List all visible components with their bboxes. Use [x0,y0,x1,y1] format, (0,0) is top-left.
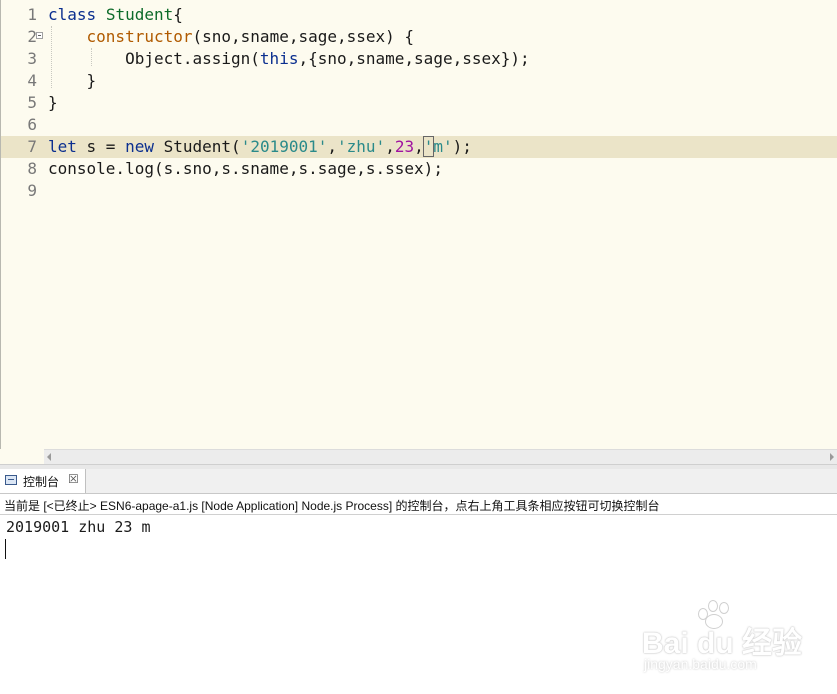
let-keyword: let [48,137,77,156]
constructor-keyword: constructor [86,27,193,46]
line-number: 5 [27,93,37,112]
comma: , [414,137,424,156]
scroll-left-arrow-icon[interactable] [47,453,51,461]
code-line[interactable]: 9 [1,180,837,202]
code-line[interactable]: 3 Object.assign(this,{sno,sname,sage,sse… [1,48,837,70]
string-literal: 'zhu' [337,137,386,156]
this-keyword: this [259,49,299,68]
line-number: 8 [27,159,37,178]
code-line[interactable]: 1 class Student{ [1,4,837,26]
code-line[interactable]: 8 console.log(s.sno,s.sname,s.sage,s.sse… [1,158,837,180]
code-text[interactable]: let s = new Student('2019001','zhu',23,'… [48,136,472,158]
new-keyword: new [125,137,154,156]
code-line[interactable]: 5 } [1,92,837,114]
code-editor[interactable]: 1 class Student{ 2 constructor(sno,sname… [0,0,837,449]
console-tab-bar: 控制台 ☒ [0,469,837,494]
assign-args: ,{sno,sname,sage,ssex}); [298,49,530,68]
code-text[interactable]: console.log(s.sno,s.sname,s.sage,s.ssex)… [48,158,443,180]
code-line[interactable]: 4 } [1,70,837,92]
code-text[interactable]: class Student{ [48,4,183,26]
line-number: 4 [27,71,37,90]
code-line-current[interactable]: 7 let s = new Student('2019001','zhu',23… [1,136,837,158]
line-number: 1 [27,5,37,24]
tab-console[interactable]: 控制台 ☒ [0,469,86,493]
constructor-call: Student( [153,137,241,156]
code-text[interactable]: Object.assign(this,{sno,sname,sage,ssex}… [48,48,530,70]
keyword: class [48,5,97,24]
horizontal-scrollbar[interactable] [44,449,837,464]
line-number: 2 [27,27,37,46]
comma: , [327,137,338,156]
code-text[interactable]: } [48,70,97,92]
line-number: 3 [27,49,37,68]
params: (sno,sname,sage,ssex) { [192,27,415,46]
console-status-bar: 当前是 [<已终止> ESN6-apage-a1.js [Node Applic… [0,494,837,515]
text-cursor-quote: ' [422,136,435,157]
line-number: 7 [27,137,37,156]
comma: , [385,137,395,156]
close-icon[interactable]: ☒ [68,472,79,486]
code-text[interactable]: constructor(sno,sname,sage,ssex) { [48,26,415,48]
brace: } [86,71,97,90]
console-icon [5,475,17,485]
number-literal: 23 [394,137,415,156]
string-literal: m' [433,137,453,156]
text-cursor [5,539,6,559]
class-name: Student [105,5,174,24]
object-assign: Object.assign( [125,49,260,68]
assign: s = [76,137,126,156]
console-output-text: 2019001 zhu 23 m [6,518,151,536]
code-text[interactable]: } [48,92,58,114]
fold-collapse-icon[interactable] [36,32,43,39]
code-line[interactable]: 2 constructor(sno,sname,sage,ssex) { [1,26,837,48]
code-line[interactable]: 6 [1,114,837,136]
line-number: 6 [27,115,37,134]
tab-label: 控制台 [23,475,60,489]
string-literal: '2019001' [240,137,328,156]
brace: } [48,93,58,112]
line-number: 9 [27,181,37,200]
scroll-right-arrow-icon[interactable] [830,453,834,461]
console-output-area[interactable]: 2019001 zhu 23 m [0,515,837,694]
console-status-text: 当前是 [<已终止> ESN6-apage-a1.js [Node Applic… [4,499,660,513]
brace: { [173,5,183,24]
call-end: ); [452,137,472,156]
